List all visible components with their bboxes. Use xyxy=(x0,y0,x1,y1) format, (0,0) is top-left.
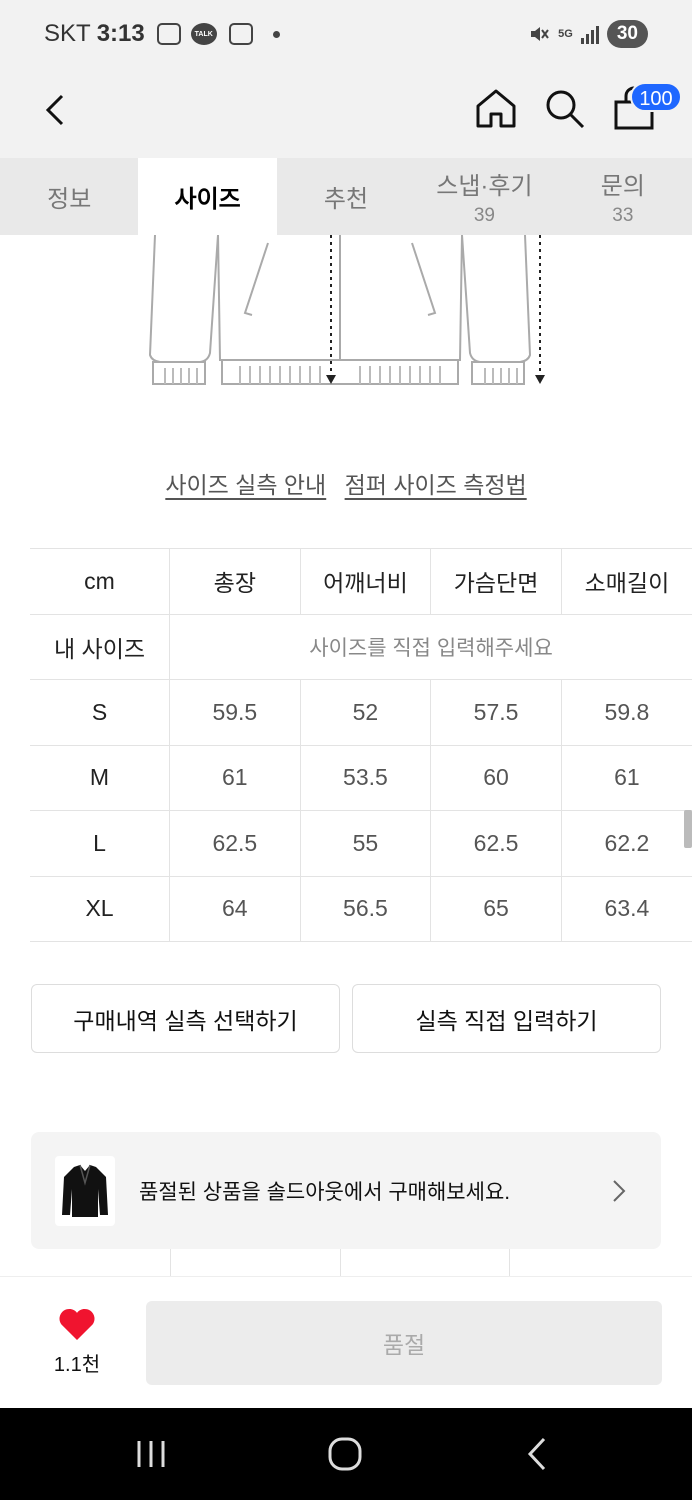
table-cell: 59.5 xyxy=(169,679,301,746)
product-tabs: 정보 사이즈 추천 스냅·후기 39 문의 33 xyxy=(0,158,692,235)
jacket-measurement-illustration xyxy=(148,235,545,385)
soldout-buy-button[interactable]: 품절 xyxy=(146,1301,662,1385)
more-notifications-dot-icon xyxy=(272,30,280,38)
table-header-row: cm 총장 어깨너비 가슴단면 소매길이 xyxy=(30,548,692,615)
back-arrow-icon[interactable] xyxy=(36,90,76,130)
heart-icon xyxy=(59,1308,95,1341)
table-cell: 55 xyxy=(300,810,432,877)
table-row: XL 64 56.5 65 63.4 xyxy=(30,876,692,942)
recent-apps-icon[interactable] xyxy=(131,1436,171,1472)
tab-info[interactable]: 정보 xyxy=(0,158,138,235)
table-cell: 61 xyxy=(561,745,692,811)
jumper-measure-method-link[interactable]: 점퍼 사이즈 측정법 xyxy=(345,472,527,498)
soldout-banner[interactable]: 품절된 상품을 솔드아웃에서 구매해보세요. xyxy=(31,1132,661,1249)
jacket-thumbnail-icon xyxy=(62,1164,108,1217)
status-bar: SKT 3:13 TALK 5G 30 xyxy=(0,0,692,70)
table-cell: 52 xyxy=(300,679,432,746)
app-header: 100 xyxy=(0,70,692,158)
status-right: 5G 30 xyxy=(528,20,648,48)
header-total-length: 총장 xyxy=(169,548,301,615)
tab-inquiry[interactable]: 문의 33 xyxy=(554,158,692,235)
tab-label: 정보 xyxy=(47,186,92,213)
my-size-row[interactable]: 내 사이즈 사이즈를 직접 입력해주세요 xyxy=(30,614,692,680)
size-guide-links: 사이즈 실측 안내 점퍼 사이즈 측정법 xyxy=(0,466,692,500)
table-cell: 57.5 xyxy=(430,679,562,746)
table-cell: 61 xyxy=(169,745,301,811)
table-cell: 60 xyxy=(430,745,562,811)
my-size-label: 내 사이즈 xyxy=(30,614,171,680)
size-label: S xyxy=(30,679,171,746)
direct-input-button[interactable]: 실측 직접 입력하기 xyxy=(352,984,661,1053)
chevron-right-icon xyxy=(613,1179,626,1202)
soldout-banner-text: 품절된 상품을 솔드아웃에서 구매해보세요. xyxy=(139,1180,511,1204)
select-purchase-history-button[interactable]: 구매내역 실측 선택하기 xyxy=(31,984,340,1053)
table-row: S 59.5 52 57.5 59.8 xyxy=(30,679,692,746)
search-icon[interactable] xyxy=(544,88,586,130)
header-chest-width: 가슴단면 xyxy=(430,548,562,615)
tab-count: 39 xyxy=(473,205,495,226)
home-icon[interactable] xyxy=(474,86,518,130)
mute-icon xyxy=(531,27,549,41)
bottom-purchase-bar: 1.1천 품절 xyxy=(0,1276,692,1408)
table-cell: 62.5 xyxy=(430,810,562,877)
tab-snap-review[interactable]: 스냅·후기 39 xyxy=(415,158,553,235)
table-cell: 56.5 xyxy=(300,876,432,942)
network-5g-icon: 5G xyxy=(558,28,573,40)
kakaotalk-icon: TALK xyxy=(190,23,217,45)
size-label: L xyxy=(30,810,171,877)
tab-label: 문의 xyxy=(600,173,645,200)
table-cell: 63.4 xyxy=(561,876,692,942)
size-chart-table: cm 총장 어깨너비 가슴단면 소매길이 내 사이즈 사이즈를 직접 입력해주세… xyxy=(30,548,692,942)
size-label: XL xyxy=(30,876,171,942)
tab-label: 추천 xyxy=(323,186,369,213)
android-nav-bar xyxy=(0,1408,692,1500)
like-count: 1.1천 xyxy=(53,1354,101,1376)
status-left: SKT 3:13 TALK xyxy=(44,20,280,48)
table-row: L 62.5 55 62.5 62.2 xyxy=(30,810,692,877)
tab-size[interactable]: 사이즈 xyxy=(138,158,277,235)
back-nav-icon[interactable] xyxy=(518,1436,558,1472)
table-row: M 61 53.5 60 61 xyxy=(30,745,692,811)
tab-label: 사이즈 xyxy=(174,186,241,213)
scrollbar-thumb[interactable] xyxy=(684,810,692,848)
battery-indicator: 30 xyxy=(606,20,648,48)
size-measure-guide-link[interactable]: 사이즈 실측 안내 xyxy=(165,472,326,498)
signal-icon xyxy=(580,24,599,44)
tab-recommend[interactable]: 추천 xyxy=(277,158,415,235)
header-sleeve-length: 소매길이 xyxy=(561,548,692,615)
home-nav-icon[interactable] xyxy=(325,1436,365,1472)
clock-time: 3:13 xyxy=(96,20,145,47)
my-size-input-prompt[interactable]: 사이즈를 직접 입력해주세요 xyxy=(169,614,692,680)
table-cell: 62.2 xyxy=(561,810,692,877)
tab-label: 스냅·후기 xyxy=(436,173,533,200)
cart-count-badge: 100 xyxy=(630,82,682,112)
size-label: M xyxy=(30,745,171,811)
product-thumbnail xyxy=(55,1155,115,1226)
table-cell: 53.5 xyxy=(300,745,432,811)
tab-count: 33 xyxy=(612,205,634,226)
table-cell: 64 xyxy=(169,876,301,942)
header-shoulder-width: 어깨너비 xyxy=(300,548,432,615)
carrier-label: SKT xyxy=(44,20,91,47)
table-cell: 65 xyxy=(430,876,562,942)
screenshot-icon xyxy=(156,23,181,45)
like-button[interactable]: 1.1천 xyxy=(44,1307,110,1377)
table-cell: 59.8 xyxy=(561,679,692,746)
header-unit: cm xyxy=(30,548,171,615)
table-cell: 62.5 xyxy=(169,810,301,877)
calendar-icon xyxy=(228,23,253,45)
